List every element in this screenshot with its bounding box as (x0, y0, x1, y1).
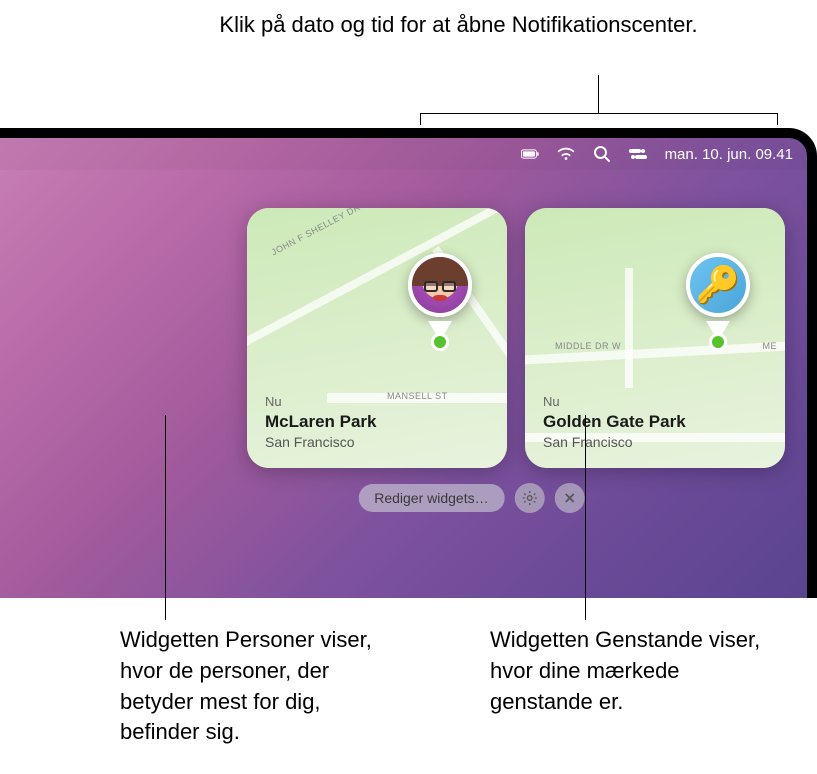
device-screen: man. 10. jun. 09.41 JOHN F SHELLEY DR MA… (0, 138, 807, 598)
key-icon: 🔑 (696, 264, 741, 306)
widget-city: San Francisco (265, 434, 377, 450)
edit-widgets-label: Rediger widgets… (374, 490, 488, 506)
widget-people[interactable]: JOHN F SHELLEY DR MANSELL ST Nu McLaren … (247, 208, 507, 468)
widget-items-pin: 🔑 (686, 253, 750, 317)
callout-bottom-left: Widgetten Personer viser, hvor de person… (120, 625, 400, 748)
callout-line-right (585, 415, 586, 620)
road-label: MIDDLE DR W (555, 341, 621, 351)
battery-icon[interactable] (521, 144, 539, 164)
menu-bar: man. 10. jun. 09.41 (0, 138, 807, 170)
widget-place: Golden Gate Park (543, 412, 686, 432)
menubar-datetime[interactable]: man. 10. jun. 09.41 (665, 146, 793, 163)
device-frame: man. 10. jun. 09.41 JOHN F SHELLEY DR MA… (0, 128, 817, 598)
road-label: MANSELL ST (387, 391, 448, 401)
widget-city: San Francisco (543, 434, 686, 450)
search-icon[interactable] (593, 144, 611, 164)
road-label: JOHN F SHELLEY DR (270, 208, 362, 257)
road-label: ME (763, 341, 778, 351)
avatar-icon (412, 257, 468, 313)
widget-people-info: Nu McLaren Park San Francisco (265, 394, 377, 450)
widgets-container: JOHN F SHELLEY DR MANSELL ST Nu McLaren … (247, 208, 785, 468)
widget-time-label: Nu (265, 394, 377, 409)
callout-top-text: Klik på dato og tid for at åbne Notifika… (219, 12, 697, 37)
callout-bottom-left-text: Widgetten Personer viser, hvor de person… (120, 627, 372, 744)
widget-items-info: Nu Golden Gate Park San Francisco (543, 394, 686, 450)
widget-controls: Rediger widgets… (358, 483, 584, 513)
widget-items[interactable]: MIDDLE DR W ME 🔑 Nu Golden Gate Park San… (525, 208, 785, 468)
callout-bottom-right-text: Widgetten Genstande viser, hvor dine mær… (490, 627, 760, 714)
close-icon (562, 490, 578, 506)
settings-button[interactable] (515, 483, 545, 513)
close-button[interactable] (555, 483, 585, 513)
widget-people-pin (408, 253, 472, 317)
widget-place: McLaren Park (265, 412, 377, 432)
callout-bottom-right: Widgetten Genstande viser, hvor dine mær… (490, 625, 770, 717)
callout-line-left (165, 415, 166, 620)
wifi-icon[interactable] (557, 144, 575, 164)
control-center-icon[interactable] (629, 144, 647, 164)
callout-bracket (420, 75, 778, 125)
gear-icon (522, 490, 538, 506)
edit-widgets-button[interactable]: Rediger widgets… (358, 484, 504, 512)
widget-time-label: Nu (543, 394, 686, 409)
callout-top: Klik på dato og tid for at åbne Notifika… (180, 10, 737, 40)
